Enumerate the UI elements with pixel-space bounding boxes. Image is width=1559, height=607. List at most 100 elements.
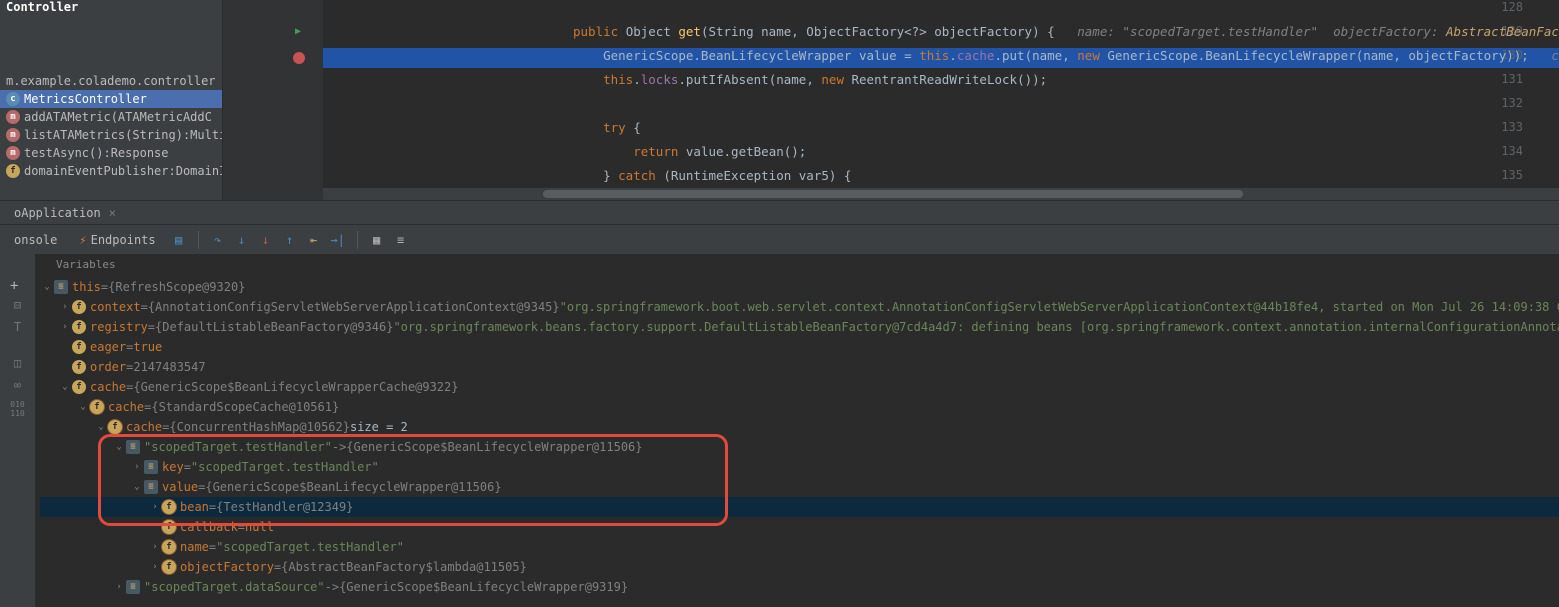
- method-item-0[interactable]: m addATAMetric(ATAMetricAddC: [0, 108, 222, 126]
- var-row[interactable]: ›≡"scopedTarget.dataSource" -> {GenericS…: [40, 577, 1559, 597]
- var-row[interactable]: feager = true: [40, 337, 1559, 357]
- debug-session-tab[interactable]: oApplication ×: [6, 204, 124, 222]
- field-icon: f: [6, 164, 20, 178]
- expander-icon[interactable]: ⌄: [76, 402, 90, 412]
- var-type-icon: ≡: [144, 480, 158, 494]
- var-type-icon: ≡: [144, 460, 158, 474]
- var-row[interactable]: ⌄≡"scopedTarget.testHandler" -> {Generic…: [40, 437, 1559, 457]
- close-icon[interactable]: ×: [109, 206, 116, 220]
- line-number[interactable]: 134: [1501, 144, 1523, 158]
- step-out-icon[interactable]: ↑: [281, 231, 299, 249]
- method-item-1[interactable]: mlistATAMetrics(String):MultiRes: [0, 126, 222, 144]
- expander-icon[interactable]: ⌄: [112, 442, 126, 452]
- code-line[interactable]: this.locks.putIfAbsent(name, new Reentra…: [333, 72, 1047, 87]
- strip-icon-5[interactable]: 010110: [9, 400, 27, 418]
- step-over-icon[interactable]: ↷: [209, 231, 227, 249]
- var-type-icon: ≡: [126, 440, 140, 454]
- package-label: m.example.colademo.controller: [0, 72, 222, 90]
- expander-icon[interactable]: ›: [58, 322, 72, 332]
- evaluate-icon[interactable]: ▦: [368, 231, 386, 249]
- code-line[interactable]: return value.getBean();: [333, 144, 806, 159]
- var-row[interactable]: ›fbean = {TestHandler@12349}: [40, 497, 1559, 517]
- vars-left-strip: + ⊟ T ◫ ∞ 010110: [0, 254, 36, 607]
- expander-icon[interactable]: ›: [58, 302, 72, 312]
- var-type-icon: f: [72, 320, 86, 334]
- line-number[interactable]: 133: [1501, 120, 1523, 134]
- layout-icon[interactable]: ▤: [170, 231, 188, 249]
- var-row[interactable]: ›≡key = "scopedTarget.testHandler": [40, 457, 1559, 477]
- line-number[interactable]: 132: [1501, 96, 1523, 110]
- method-icon: m: [6, 146, 20, 160]
- var-type-icon: f: [162, 560, 176, 574]
- var-row[interactable]: ›fcontext = {AnnotationConfigServletWebS…: [40, 297, 1559, 317]
- var-type-icon: f: [162, 540, 176, 554]
- code-line[interactable]: GenericScope.BeanLifecycleWrapper value …: [333, 48, 1559, 63]
- strip-icon-3[interactable]: ◫: [9, 356, 27, 374]
- step-into-icon[interactable]: ↓: [233, 231, 251, 249]
- var-row[interactable]: ⌄fcache = {StandardScopeCache@10561}: [40, 397, 1559, 417]
- line-number[interactable]: 131: [1501, 72, 1523, 86]
- var-row[interactable]: ⌄≡this = {RefreshScope@9320}: [40, 277, 1559, 297]
- add-watch-icon[interactable]: +: [10, 278, 18, 294]
- field-item-0[interactable]: f domainEventPublisher:DomainI: [0, 162, 222, 180]
- var-row[interactable]: fcallback = null: [40, 517, 1559, 537]
- strip-icon-4[interactable]: ∞: [9, 378, 27, 396]
- var-row[interactable]: ⌄fcache = {ConcurrentHashMap@10562} size…: [40, 417, 1559, 437]
- expander-icon[interactable]: ⌄: [94, 422, 108, 432]
- var-type-icon: f: [90, 400, 104, 414]
- code-editor[interactable]: 128129public Object get(String name, Obj…: [223, 0, 1559, 200]
- var-row[interactable]: forder = 2147483547: [40, 357, 1559, 377]
- method-label: listATAMetrics(String):MultiRes: [24, 128, 223, 142]
- strip-icon-1[interactable]: ⊟: [9, 298, 27, 316]
- debug-tabs-row: oApplication ×: [0, 200, 1559, 224]
- var-row[interactable]: ›fregistry = {DefaultListableBeanFactory…: [40, 317, 1559, 337]
- expander-icon[interactable]: ⌄: [130, 482, 144, 492]
- expander-icon[interactable]: ⌄: [40, 282, 54, 292]
- method-item-2[interactable]: m testAsync():Response: [0, 144, 222, 162]
- expander-icon[interactable]: ›: [112, 582, 126, 592]
- var-row[interactable]: ⌄≡value = {GenericScope$BeanLifecycleWra…: [40, 477, 1559, 497]
- expander-icon[interactable]: ⌄: [58, 382, 72, 392]
- class-item-selected[interactable]: c MetricsController: [0, 90, 222, 108]
- code-line[interactable]: } catch (RuntimeException var5) {: [333, 168, 851, 183]
- scrollbar-thumb[interactable]: [543, 190, 1243, 198]
- field-label: domainEventPublisher:DomainI: [24, 164, 223, 178]
- expander-icon[interactable]: ›: [148, 562, 162, 572]
- debug-toolbar: onsole ⚡ Endpoints ▤ ↷ ↓ ↓ ↑ ⇤ →| ▦ ≡: [0, 224, 1559, 254]
- breakpoint-icon[interactable]: [293, 52, 305, 64]
- drop-frame-icon[interactable]: ⇤: [305, 231, 323, 249]
- var-type-icon: f: [162, 520, 176, 534]
- endpoints-tab[interactable]: ⚡ Endpoints: [71, 231, 163, 249]
- variables-tree[interactable]: ⌄≡this = {RefreshScope@9320}›fcontext = …: [40, 275, 1559, 597]
- method-icon: m: [6, 110, 20, 124]
- var-row[interactable]: ⌄fcache = {GenericScope$BeanLifecycleWra…: [40, 377, 1559, 397]
- endpoints-label: Endpoints: [91, 233, 156, 247]
- code-line[interactable]: try {: [333, 120, 641, 135]
- method-label: addATAMetric(ATAMetricAddC: [24, 110, 212, 124]
- var-type-icon: f: [72, 360, 86, 374]
- strip-icon-2[interactable]: T: [9, 320, 27, 338]
- trace-icon[interactable]: ≡: [392, 231, 410, 249]
- var-type-icon: f: [72, 300, 86, 314]
- code-line[interactable]: public Object get(String name, ObjectFac…: [333, 24, 1559, 39]
- console-tab[interactable]: onsole: [6, 231, 65, 249]
- var-type-icon: ≡: [126, 580, 140, 594]
- var-row[interactable]: ›fobjectFactory = {AbstractBeanFactory$l…: [40, 557, 1559, 577]
- var-type-icon: f: [72, 380, 86, 394]
- expander-icon[interactable]: ›: [148, 502, 162, 512]
- run-to-cursor-icon[interactable]: →|: [329, 231, 347, 249]
- expander-icon[interactable]: ›: [130, 462, 144, 472]
- run-gutter-icon[interactable]: [295, 26, 309, 40]
- var-type-icon: f: [108, 420, 122, 434]
- var-row[interactable]: ›fname = "scopedTarget.testHandler": [40, 537, 1559, 557]
- force-step-into-icon[interactable]: ↓: [257, 231, 275, 249]
- horizontal-scrollbar[interactable]: [323, 188, 1559, 200]
- method-label: testAsync():Response: [24, 146, 169, 160]
- endpoints-icon: ⚡: [79, 233, 86, 247]
- tab-label: oApplication: [14, 206, 101, 220]
- sidebar-header: Controller: [0, 0, 222, 16]
- expander-icon[interactable]: ›: [148, 542, 162, 552]
- line-number[interactable]: 128: [1501, 0, 1523, 14]
- variables-header: Variables: [36, 254, 1559, 275]
- line-number[interactable]: 135: [1501, 168, 1523, 182]
